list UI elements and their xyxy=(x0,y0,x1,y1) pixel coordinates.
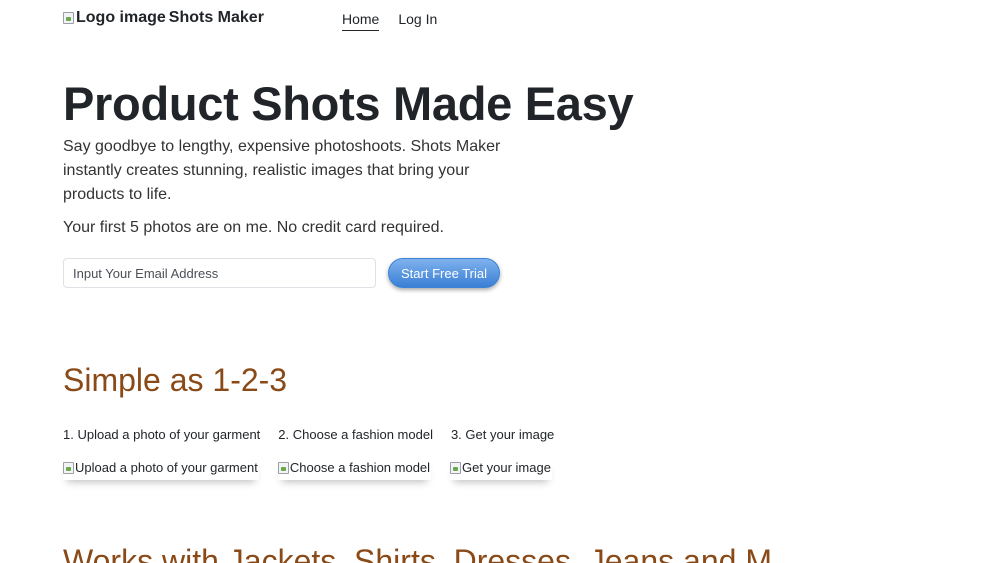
broken-image-icon xyxy=(277,461,289,474)
email-input[interactable] xyxy=(63,258,376,288)
broken-image-icon xyxy=(63,461,74,474)
step-images: Upload a photo of your garment Choose a … xyxy=(63,459,552,480)
step-3-label: 3. Get your image xyxy=(450,427,555,442)
brand-name: Shots Maker xyxy=(168,9,264,26)
materials-section-title: Works with Jackets, Shirts, Dresses, Jea… xyxy=(63,543,772,563)
broken-image-icon xyxy=(450,461,462,474)
logo-alt-text: Logo image xyxy=(76,9,166,26)
page: Logo image Shots Maker Home Log In Produ… xyxy=(0,0,1000,563)
step-1-image: Upload a photo of your garment xyxy=(63,459,259,480)
steps-list: 1. Upload a photo of your garment 2. Cho… xyxy=(63,427,554,442)
step-2-image-alt: Choose a fashion model xyxy=(289,460,431,475)
brand[interactable]: Logo image Shots Maker xyxy=(63,9,264,27)
nav-home-link[interactable]: Home xyxy=(342,11,380,31)
step-1-label: 1. Upload a photo of your garment xyxy=(63,427,261,442)
step-2-image: Choose a fashion model xyxy=(277,459,431,480)
hero-title: Product Shots Made Easy xyxy=(63,77,634,130)
start-free-trial-button[interactable]: Start Free Trial xyxy=(388,258,500,288)
main-nav: Home Log In xyxy=(342,11,437,31)
step-1-image-alt: Upload a photo of your garment xyxy=(75,460,258,475)
logo-image: Logo image xyxy=(63,9,166,27)
step-3-image: Get your image xyxy=(450,459,552,480)
broken-image-icon xyxy=(63,12,74,24)
steps-section-title: Simple as 1-2-3 xyxy=(63,362,288,398)
hero-note: Your first 5 photos are on me. No credit… xyxy=(63,219,444,236)
step-3-image-alt: Get your image xyxy=(462,460,551,475)
step-2-label: 2. Choose a fashion model xyxy=(278,427,433,442)
hero-description: Say goodbye to lengthy, expensive photos… xyxy=(63,138,501,203)
nav-login-link[interactable]: Log In xyxy=(398,11,437,31)
